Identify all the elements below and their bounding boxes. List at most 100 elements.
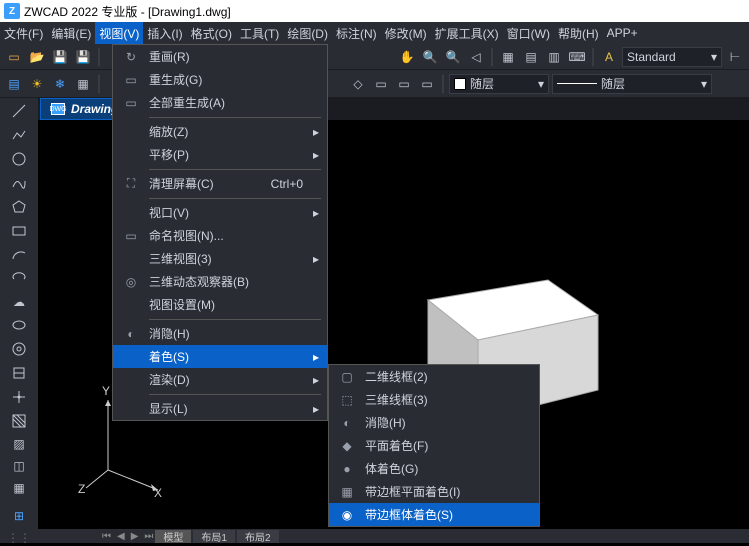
menu-view-3dview[interactable]: 三维视图(3) ▸ [113,247,327,270]
menubar: 文件(F) 编辑(E) 视图(V) 插入(I) 格式(O) 工具(T) 绘图(D… [0,22,749,44]
polyline-icon[interactable] [8,126,30,144]
new-icon[interactable]: ▭ [4,47,24,67]
hatch-icon[interactable] [8,412,30,430]
submenu-gouraud-edge[interactable]: ◉ 带边框体着色(S) [329,503,539,526]
submenu-gouraud-shade[interactable]: ● 体着色(G) [329,457,539,480]
submenu-wireframe-2d[interactable]: ▢ 二维线框(2) [329,365,539,388]
rectangle-icon[interactable] [8,222,30,240]
menu-extend-tools[interactable]: 扩展工具(X) [431,22,503,44]
menu-insert[interactable]: 插入(I) [143,22,186,44]
save-icon[interactable]: 💾 [50,47,70,67]
menu-label: 消隐(H) [149,325,327,342]
menu-view-clean-screen[interactable]: ⛶ 清理屏幕(C) Ctrl+0 [113,172,327,195]
layer-stack-icon[interactable]: ▭ [371,74,391,94]
table-icon[interactable]: ▦ [8,480,30,496]
toolbar-handle-icon[interactable]: ⋮⋮ [8,530,30,546]
menu-view-regen[interactable]: ▭ 重生成(G) [113,68,327,91]
wire2d-icon: ▢ [329,370,365,384]
saveall-icon[interactable]: 💾 [73,47,93,67]
point-icon[interactable] [8,388,30,406]
menu-view-regen-all[interactable]: ▭ 全部重生成(A) [113,91,327,114]
layer-manager-icon[interactable]: ▤ [4,74,24,94]
layout-tabs: ⏮ ◀ ▶ ⏭ 模型 布局1 布局2 [38,529,749,543]
menu-window[interactable]: 窗口(W) [503,22,554,44]
menu-file[interactable]: 文件(F) [0,22,47,44]
circle-icon[interactable] [8,150,30,168]
menu-dimension[interactable]: 标注(N) [332,22,381,44]
text-style-combo[interactable]: Standard ▾ [622,47,722,67]
tab-nav-last-icon[interactable]: ⏭ [144,531,153,542]
layout-tab-layout2[interactable]: 布局2 [237,530,279,543]
layer-uniso-icon[interactable]: ▭ [417,74,437,94]
properties-icon[interactable]: ▦ [498,47,518,67]
ellipsearc-icon[interactable] [8,270,30,288]
menu-view-hide[interactable]: ◐ 消隐(H) [113,322,327,345]
submenu-wireframe-3d[interactable]: ⬚ 三维线框(3) [329,388,539,411]
dwg-icon: DWG [51,103,65,115]
designcenter-icon[interactable]: ▤ [521,47,541,67]
submenu-flat-edge[interactable]: ▦ 带边框平面着色(I) [329,480,539,503]
menu-view-shade[interactable]: 着色(S) ▸ [113,345,327,368]
gradient-icon[interactable]: ▨ [8,436,30,452]
menu-app[interactable]: APP+ [603,22,642,44]
menu-view-render[interactable]: 渲染(D) ▸ [113,368,327,391]
menu-label: 二维线框(2) [365,368,539,385]
menu-label: 体着色(G) [365,460,539,477]
wire3d-icon: ⬚ [329,393,365,407]
tab-nav-next-icon[interactable]: ▶ [131,531,139,542]
layout-tab-model[interactable]: 模型 [155,530,191,543]
hidden-icon: ◐ [329,416,365,430]
grid-array-icon[interactable]: ⊞ [8,508,30,524]
menu-tools[interactable]: 工具(T) [236,22,283,44]
menu-view[interactable]: 视图(V) [95,22,143,44]
linetype-combo[interactable]: 随层 ▾ [552,74,712,94]
arc-icon[interactable] [8,246,30,264]
block-icon[interactable] [8,364,30,382]
menu-view-zoom[interactable]: 缩放(Z) ▸ [113,120,327,143]
menu-format[interactable]: 格式(O) [187,22,236,44]
open-icon[interactable]: 📂 [27,47,47,67]
menu-draw[interactable]: 绘图(D) [283,22,332,44]
layer-iso-icon[interactable]: ▭ [394,74,414,94]
menu-label: 平面着色(F) [365,437,539,454]
menu-view-settings[interactable]: 视图设置(M) [113,293,327,316]
line-icon[interactable] [8,102,30,120]
submenu-hidden[interactable]: ◐ 消隐(H) [329,411,539,434]
layout-tab-layout1[interactable]: 布局1 [193,530,235,543]
spline-icon[interactable] [8,174,30,192]
dimstyle-icon[interactable]: ⊢ [725,47,745,67]
layer-merge-icon[interactable]: ▦ [73,74,93,94]
color-swatch-icon [454,78,466,90]
layer-prev-icon[interactable]: ◇ [348,74,368,94]
zoom-window-icon[interactable]: 🔍 [443,47,463,67]
zoom-realtime-icon[interactable]: 🔍 [420,47,440,67]
menu-view-pan[interactable]: 平移(P) ▸ [113,143,327,166]
menu-view-3dorbit[interactable]: ◎ 三维动态观察器(B) [113,270,327,293]
pan-icon[interactable]: ✋ [397,47,417,67]
color-combo[interactable]: 随层 ▾ [449,74,549,94]
toolpalette-icon[interactable]: ▥ [544,47,564,67]
layer-freeze-icon[interactable]: ❄ [50,74,70,94]
tab-nav-first-icon[interactable]: ⏮ [102,531,111,542]
tab-nav-prev-icon[interactable]: ◀ [117,531,125,542]
ucs-y-label: Y [102,384,110,398]
ellipse-icon[interactable] [8,316,30,334]
color-value: 随层 [470,75,494,92]
polygon-icon[interactable] [8,198,30,216]
orbit-icon: ◎ [113,275,149,289]
menu-modify[interactable]: 修改(M) [381,22,431,44]
menu-view-named-views[interactable]: ▭ 命名视图(N)... [113,224,327,247]
revcloud-icon[interactable]: ☁ [8,294,30,310]
calc-icon[interactable]: ⌨ [567,47,587,67]
region-icon[interactable]: ◫ [8,458,30,474]
menu-view-viewport[interactable]: 视口(V) ▸ [113,201,327,224]
menu-edit[interactable]: 编辑(E) [47,22,95,44]
submenu-flat-shade[interactable]: ◆ 平面着色(F) [329,434,539,457]
ucs-z-label: Z [78,482,85,496]
donut-icon[interactable] [8,340,30,358]
menu-view-redraw[interactable]: ↻ 重画(R) [113,45,327,68]
menu-view-display[interactable]: 显示(L) ▸ [113,397,327,420]
layer-sun-icon[interactable]: ☀ [27,74,47,94]
menu-help[interactable]: 帮助(H) [554,22,603,44]
zoom-prev-icon[interactable]: ◁ [466,47,486,67]
